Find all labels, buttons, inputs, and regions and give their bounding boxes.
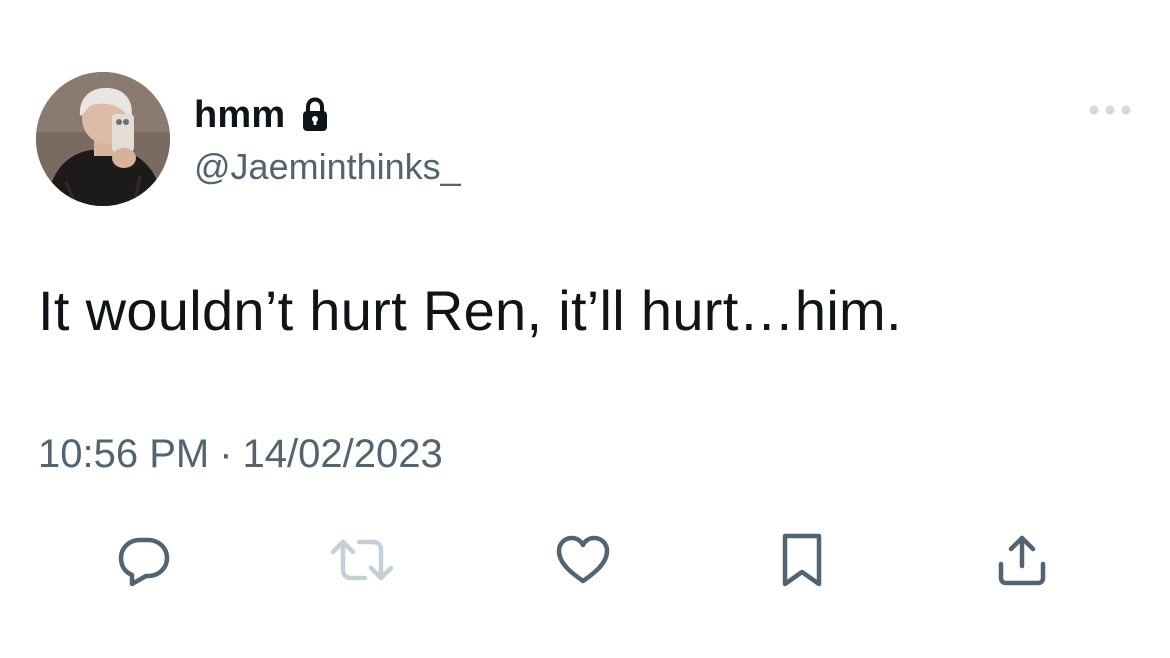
lock-icon — [299, 97, 331, 133]
bookmark-icon — [782, 533, 822, 587]
meta-separator: · — [219, 432, 233, 476]
like-button[interactable] — [548, 525, 618, 595]
tweet-text: It wouldn’t hurt Ren, it’ll hurt…him. — [38, 279, 902, 342]
tweet-card: hmm @Jaeminthinks_ It wouldn’t hurt Ren,… — [0, 0, 1170, 658]
user-handle[interactable]: @Jaeminthinks_ — [194, 146, 461, 188]
avatar[interactable] — [36, 72, 170, 206]
retweet-arrows-icon — [330, 539, 394, 581]
heart-icon — [556, 535, 610, 584]
tweet-time: 10:56 PM — [38, 432, 210, 476]
avatar-photo — [36, 72, 170, 206]
retweet-button[interactable] — [327, 525, 397, 595]
action-bar — [0, 525, 1170, 595]
share-button[interactable] — [987, 525, 1057, 595]
tweet-timestamp[interactable]: 10:56 PM · 14/02/2023 — [38, 432, 443, 477]
speech-bubble-icon — [118, 537, 170, 587]
more-dots-icon[interactable] — [1086, 98, 1134, 122]
display-name[interactable]: hmm — [194, 94, 285, 137]
reply-button[interactable] — [109, 525, 179, 595]
tweet-date: 14/02/2023 — [242, 432, 443, 476]
author-name-row: hmm — [194, 92, 331, 138]
share-upload-icon — [998, 535, 1046, 586]
bookmark-button[interactable] — [767, 525, 837, 595]
